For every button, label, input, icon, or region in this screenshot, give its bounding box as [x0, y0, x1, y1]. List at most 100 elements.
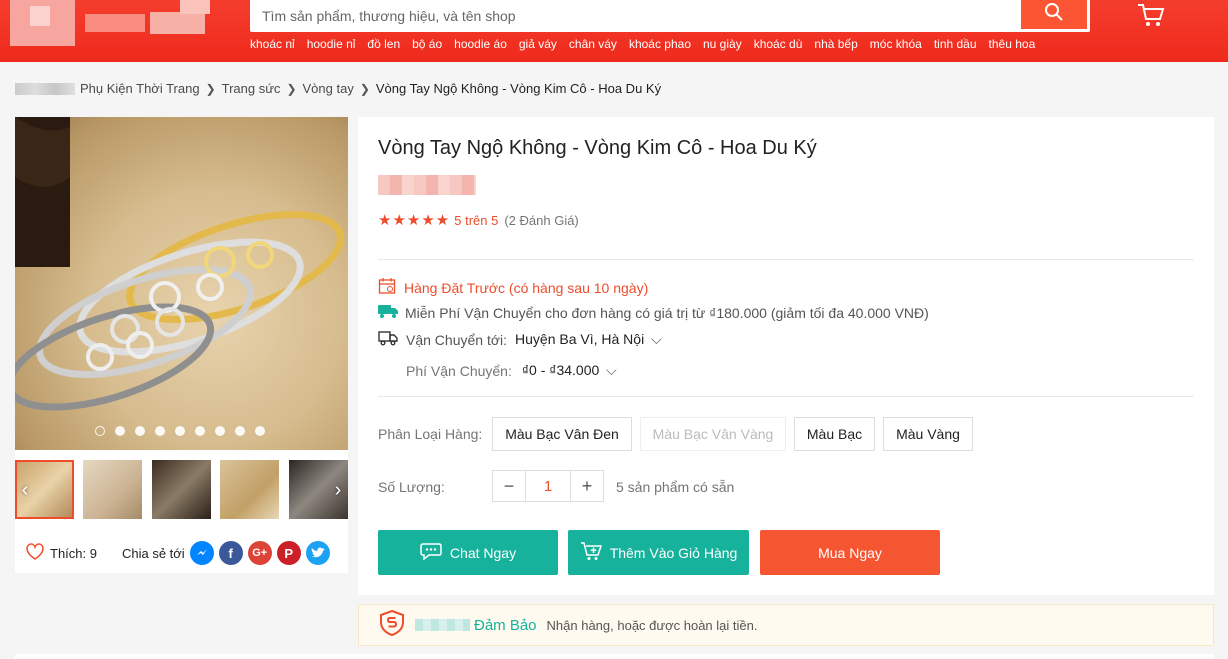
cart-plus-icon — [580, 541, 602, 564]
carousel-dot[interactable] — [115, 426, 125, 436]
keyword-link[interactable]: đồ len — [367, 37, 400, 51]
keyword-link[interactable]: móc khóa — [870, 37, 922, 51]
google-plus-icon[interactable]: G+ — [247, 541, 272, 565]
pinterest-icon[interactable]: P — [276, 541, 301, 565]
ship-fee-value: ₫0 - ₫34.000 — [521, 362, 600, 378]
divider — [378, 396, 1194, 397]
carousel-dot[interactable] — [175, 426, 185, 436]
variant-option[interactable]: Màu Bạc Vân Đen — [492, 417, 632, 451]
stock-count: 5 sản phẩm có sẵn — [616, 479, 735, 495]
shield-icon — [379, 609, 405, 641]
guarantee-bar: Đảm Bảo Nhận hàng, hoặc được hoàn lại ti… — [358, 604, 1214, 646]
chevron-left-icon[interactable]: ‹ — [15, 480, 35, 500]
quantity-stepper: − 1 + — [492, 470, 604, 502]
heart-icon — [25, 542, 45, 564]
share-label: Chia sẻ tới — [121, 545, 185, 561]
quantity-input[interactable]: 1 — [525, 471, 571, 501]
search-input[interactable] — [250, 0, 1020, 32]
breadcrumb-item[interactable]: Phụ Kiện Thời Trang — [80, 81, 200, 96]
facebook-icon[interactable]: f — [218, 541, 243, 565]
chat-now-label: Chat Ngay — [449, 544, 517, 561]
increase-quantity-button[interactable]: + — [571, 471, 603, 501]
divider — [378, 259, 1194, 260]
chevron-right-icon: ❯ — [286, 81, 297, 96]
like-button[interactable]: Thích: 9 — [25, 542, 97, 564]
ship-to-label: Vận Chuyển tới: — [406, 331, 508, 348]
keyword-link[interactable]: chân váy — [569, 37, 617, 51]
breadcrumb: Phụ Kiện Thời Trang ❯ Trang sức ❯ Vòng t… — [15, 81, 661, 96]
breadcrumb-home-blurred[interactable] — [15, 82, 75, 95]
keyword-link[interactable]: nu giày — [703, 37, 742, 51]
brand-name-blurred — [415, 619, 470, 631]
buy-now-button[interactable]: Mua Ngay — [760, 530, 940, 575]
cart-icon[interactable] — [1136, 2, 1166, 28]
preorder-text: Hàng Đặt Trước (có hàng sau 10 ngày) — [404, 279, 649, 296]
chevron-right-icon[interactable]: › — [328, 480, 348, 500]
search-button[interactable] — [1021, 0, 1087, 29]
thumbnail-strip: ‹ › — [15, 460, 348, 520]
keyword-link[interactable]: tinh dầu — [934, 37, 977, 51]
keyword-link[interactable]: giả váy — [519, 37, 557, 51]
shipping-destination: Vận Chuyển tới: Huyện Ba Vì, Hà Nội ⌵ — [378, 330, 662, 349]
truck-icon — [378, 330, 398, 349]
free-shipping-icon — [378, 304, 398, 321]
guarantee-brand[interactable]: Đảm Bảo — [474, 617, 537, 634]
breadcrumb-item[interactable]: Trang sức — [222, 81, 281, 96]
messenger-icon[interactable] — [189, 541, 214, 565]
add-to-cart-label: Thêm Vào Giỏ Hàng — [609, 544, 738, 561]
thumbnail[interactable] — [83, 460, 142, 519]
variant-option-disabled: Màu Bạc Vân Vàng — [640, 417, 786, 451]
ship-fee-label: Phí Vận Chuyển: — [406, 362, 512, 379]
social-bar: Thích: 9 Chia sẻ tới f G+ P — [15, 535, 348, 571]
chat-now-button[interactable]: Chat Ngay — [378, 530, 558, 575]
top-header: khoác nỉ hoodie nỉ đồ len bộ áo hoodie á… — [0, 0, 1228, 62]
next-section-card — [15, 654, 1214, 659]
search-icon — [1044, 2, 1064, 27]
keyword-link[interactable]: khoác dù — [754, 37, 803, 51]
variant-option[interactable]: Màu Vàng — [883, 417, 973, 451]
rating-score: 5 trên 5 — [454, 212, 499, 228]
carousel-dot[interactable] — [155, 426, 165, 436]
guarantee-description: Nhận hàng, hoặc được hoàn lại tiền. — [546, 617, 758, 633]
keyword-link[interactable]: hoodie nỉ — [307, 37, 356, 51]
add-to-cart-button[interactable]: Thêm Vào Giỏ Hàng — [568, 530, 749, 575]
star-rating-icon: ★★★★★ — [378, 212, 451, 229]
ship-to-value: Huyện Ba Vì, Hà Nội — [515, 331, 645, 347]
buy-now-label: Mua Ngay — [818, 544, 882, 561]
keyword-link[interactable]: nhà bếp — [814, 37, 857, 51]
carousel-dot[interactable] — [235, 426, 245, 436]
shop-logo[interactable] — [10, 0, 210, 48]
keyword-link[interactable]: thêu hoa — [989, 37, 1036, 51]
ship-fee-dropdown[interactable]: ₫0 - ₫34.000 ⌵ — [522, 362, 617, 379]
quantity-label: Số Lượng: — [378, 479, 445, 495]
shipping-fee: Phí Vận Chuyển: ₫0 - ₫34.000 ⌵ — [406, 362, 617, 379]
keyword-link[interactable]: khoác nỉ — [250, 37, 295, 51]
breadcrumb-item[interactable]: Vòng tay — [303, 81, 354, 96]
breadcrumb-current: Vòng Tay Ngộ Không - Vòng Kim Cô - Hoa D… — [375, 81, 662, 96]
product-main-image[interactable] — [15, 117, 348, 450]
carousel-dot[interactable] — [135, 426, 145, 436]
variant-option[interactable]: Màu Bạc — [794, 417, 875, 451]
image-carousel-dots — [95, 426, 265, 436]
keyword-link[interactable]: bộ áo — [412, 37, 442, 51]
keyword-link[interactable]: khoác phao — [629, 37, 691, 51]
carousel-dot[interactable] — [195, 426, 205, 436]
product-info-panel: Vòng Tay Ngộ Không - Vòng Kim Cô - Hoa D… — [358, 117, 1214, 595]
chat-bubble-icon — [420, 542, 442, 563]
preorder-notice: Hàng Đặt Trước (có hàng sau 10 ngày) — [378, 277, 648, 298]
thumbnail[interactable] — [220, 460, 279, 519]
variant-label: Phân Loại Hàng: — [378, 426, 483, 442]
carousel-dot[interactable] — [95, 426, 105, 436]
chevron-down-icon: ⌵ — [651, 331, 662, 347]
decrease-quantity-button[interactable]: − — [493, 471, 525, 501]
carousel-dot[interactable] — [255, 426, 265, 436]
rating-summary[interactable]: ★★★★★ 5 trên 5 (2 Đánh Giá) — [378, 211, 579, 229]
carousel-dot[interactable] — [215, 426, 225, 436]
thumbnail[interactable] — [152, 460, 211, 519]
product-title: Vòng Tay Ngộ Không - Vòng Kim Cô - Hoa D… — [378, 137, 817, 159]
keyword-link[interactable]: hoodie áo — [454, 37, 507, 51]
shop-name-blurred — [378, 175, 476, 195]
free-shipping-text: Miễn Phí Vận Chuyển cho đơn hàng có giá … — [405, 304, 929, 321]
twitter-icon[interactable] — [305, 541, 330, 565]
ship-to-dropdown[interactable]: Huyện Ba Vì, Hà Nội ⌵ — [515, 331, 662, 348]
